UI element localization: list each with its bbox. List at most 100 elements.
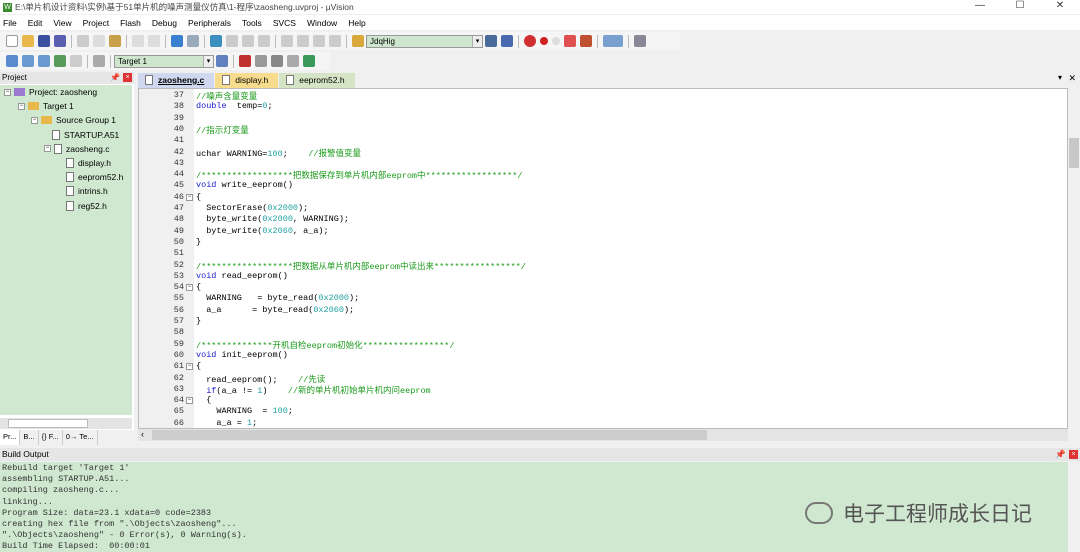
- target-options-icon[interactable]: [216, 55, 228, 67]
- download-icon[interactable]: [93, 55, 105, 67]
- prev-bookmark-icon[interactable]: [226, 35, 238, 47]
- code-token: //新的单片机初始单片机内问eeprom: [287, 385, 431, 396]
- undo-icon[interactable]: [132, 35, 144, 47]
- menu-file[interactable]: File: [3, 18, 17, 28]
- back-icon[interactable]: [171, 35, 183, 47]
- rebuild-icon[interactable]: [38, 55, 50, 67]
- copy-icon[interactable]: [93, 35, 105, 47]
- collapse-icon[interactable]: −: [4, 88, 11, 96]
- find-combo[interactable]: JdqHig ▾: [366, 34, 483, 48]
- tree-item[interactable]: display.h: [66, 158, 111, 168]
- tree-item[interactable]: eeprom52.h: [66, 172, 123, 183]
- pack-installer-icon[interactable]: [287, 55, 299, 67]
- editor-tab[interactable]: eeprom52.h: [279, 73, 355, 88]
- fold-icon[interactable]: −: [186, 397, 193, 405]
- minimize-button[interactable]: —: [960, 0, 1000, 11]
- fold-icon[interactable]: −: [186, 284, 193, 292]
- menu-window[interactable]: Window: [307, 18, 337, 28]
- incremental-find-icon[interactable]: [501, 35, 513, 47]
- editor-hscrollbar[interactable]: ‹: [138, 429, 1068, 441]
- unindent-icon[interactable]: [297, 35, 309, 47]
- menu-view[interactable]: View: [53, 18, 71, 28]
- project-panel-header: Project 📌 ×: [0, 72, 134, 84]
- line-number: 46: [173, 191, 184, 202]
- code-editor[interactable]: 37//噪声含量变量 38 double temp=0; 39 40//指示灯变量 41 4…: [138, 88, 1068, 429]
- close-tab-icon[interactable]: ✕: [1068, 73, 1076, 84]
- close-panel-icon[interactable]: ×: [1069, 450, 1078, 459]
- debug-session-icon[interactable]: [524, 35, 536, 47]
- menu-debug[interactable]: Debug: [152, 18, 177, 28]
- maximize-button[interactable]: ☐: [1000, 0, 1040, 11]
- tree-item[interactable]: − Source Group 1: [31, 115, 116, 125]
- menu-svcs[interactable]: SVCS: [273, 18, 296, 28]
- collapse-icon[interactable]: −: [31, 116, 38, 124]
- project-tab[interactable]: {} F...: [39, 430, 63, 445]
- tree-item[interactable]: reg52.h: [66, 200, 107, 211]
- editor-vscrollbar[interactable]: [1068, 88, 1080, 429]
- kill-breakpoints-icon[interactable]: [564, 35, 576, 47]
- kill-all-breakpoints-icon[interactable]: [580, 35, 592, 47]
- forward-icon[interactable]: [187, 35, 199, 47]
- redo-icon[interactable]: [148, 35, 160, 47]
- menu-peripherals[interactable]: Peripherals: [188, 18, 231, 28]
- code-token: ): [262, 385, 288, 396]
- menu-tools[interactable]: Tools: [242, 18, 262, 28]
- menu-project[interactable]: Project: [83, 18, 109, 28]
- collapse-icon[interactable]: −: [44, 145, 51, 153]
- cut-icon[interactable]: [77, 35, 89, 47]
- fold-icon[interactable]: −: [186, 363, 193, 371]
- collapse-icon[interactable]: −: [18, 102, 25, 110]
- tree-item[interactable]: − Project: zaosheng: [4, 87, 97, 97]
- file-icon: [52, 129, 60, 140]
- close-button[interactable]: ✕: [1040, 0, 1080, 11]
- build-output-text[interactable]: 电子工程师成长日记 Rebuild target 'Target 1' assem…: [0, 462, 1068, 552]
- tab-label: zaosheng.c: [158, 75, 205, 85]
- close-panel-icon[interactable]: ×: [123, 73, 132, 82]
- indent-icon[interactable]: [281, 35, 293, 47]
- menu-flash[interactable]: Flash: [120, 18, 141, 28]
- clear-bookmarks-icon[interactable]: [258, 35, 270, 47]
- menu-help[interactable]: Help: [348, 18, 365, 28]
- project-hscrollbar[interactable]: [0, 418, 132, 429]
- select-packs-icon[interactable]: [271, 55, 283, 67]
- configure-icon[interactable]: [634, 35, 646, 47]
- code-line: byte_write(0x2000, WARNING);: [196, 214, 349, 224]
- file-extensions-icon[interactable]: [255, 55, 267, 67]
- find-in-files-icon[interactable]: [352, 35, 364, 47]
- window-layout-icon[interactable]: [603, 35, 623, 47]
- build-vscrollbar[interactable]: [1068, 462, 1080, 552]
- uncomment-icon[interactable]: [329, 35, 341, 47]
- project-tab[interactable]: B...: [20, 430, 39, 445]
- save-icon[interactable]: [38, 35, 50, 47]
- tree-item[interactable]: − zaosheng.c: [44, 143, 109, 154]
- new-file-icon[interactable]: [6, 35, 18, 47]
- editor-tab[interactable]: zaosheng.c: [138, 73, 215, 88]
- run-time-env-icon[interactable]: [303, 55, 315, 67]
- tab-list-icon[interactable]: ▾: [1058, 73, 1062, 82]
- bookmark-icon[interactable]: [210, 35, 222, 47]
- batch-build-icon[interactable]: [54, 55, 66, 67]
- project-tab[interactable]: Pr...: [0, 430, 21, 445]
- tree-item[interactable]: intrins.h: [66, 186, 108, 197]
- manage-components-icon[interactable]: [239, 55, 251, 67]
- tree-item[interactable]: STARTUP.A51: [52, 129, 119, 140]
- next-bookmark-icon[interactable]: [242, 35, 254, 47]
- disable-breakpoint-icon[interactable]: [552, 37, 560, 45]
- editor-tab[interactable]: display.h: [215, 73, 279, 88]
- build-icon[interactable]: [22, 55, 34, 67]
- paste-icon[interactable]: [109, 35, 121, 47]
- pin-icon[interactable]: 📌: [1055, 448, 1066, 461]
- stop-build-icon[interactable]: [70, 55, 82, 67]
- save-all-icon[interactable]: [54, 35, 66, 47]
- open-file-icon[interactable]: [22, 35, 34, 47]
- find-icon[interactable]: [485, 35, 497, 47]
- target-combo[interactable]: Target 1 ▾: [114, 54, 214, 68]
- fold-icon[interactable]: −: [186, 193, 193, 201]
- translate-icon[interactable]: [6, 55, 18, 67]
- pin-icon[interactable]: 📌: [110, 72, 120, 84]
- tree-item[interactable]: − Target 1: [18, 101, 74, 111]
- menu-edit[interactable]: Edit: [28, 18, 43, 28]
- comment-icon[interactable]: [313, 35, 325, 47]
- project-tab[interactable]: 0→ Te...: [63, 430, 98, 445]
- breakpoint-icon[interactable]: [540, 37, 548, 45]
